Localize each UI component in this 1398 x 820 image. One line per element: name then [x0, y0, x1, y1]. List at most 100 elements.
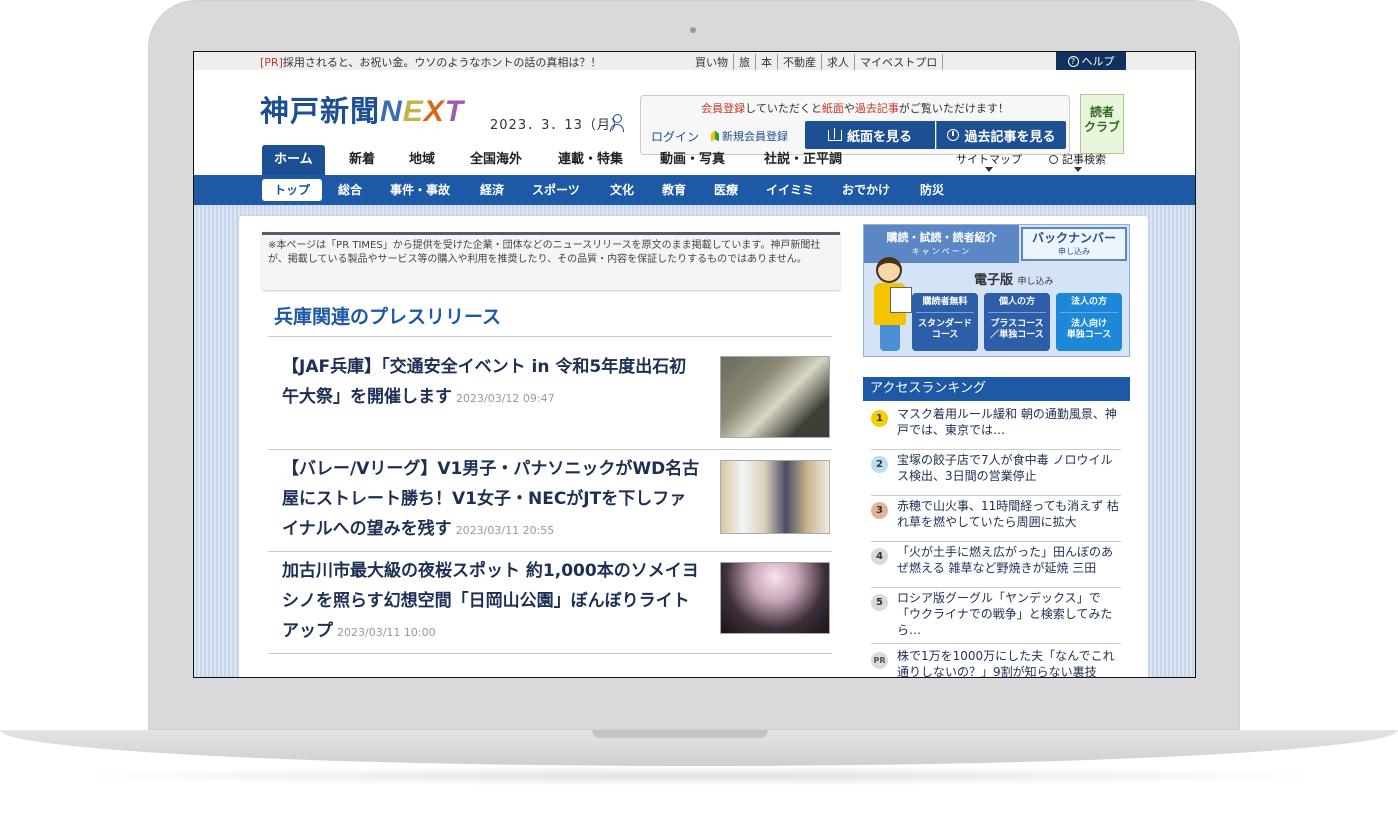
laptop-shadow	[60, 766, 1338, 786]
rank-title[interactable]: 株で1万を1000万にした夫「なんでこれ通りしないの？」9割が知らない裏技	[897, 648, 1119, 677]
sitemap-link[interactable]: サイトマップ	[956, 145, 1022, 172]
article-thumbnail[interactable]	[720, 356, 830, 438]
subscription-promo[interactable]: 購読・試読・読者紹介 キャンペーン バックナンバー 申し込み 電子版 申し込み …	[863, 224, 1130, 357]
disclaimer-notice: ※本ページは「PR TIMES」から提供を受けた企業・団体などのニュースリリース…	[262, 232, 840, 290]
subnav-outing[interactable]: おでかけ	[842, 175, 890, 205]
rank-title[interactable]: 宝塚の餃子店で7人が食中毒 ノロウイルス検出、3日間の営業停止	[897, 452, 1119, 484]
rank-title[interactable]: ロシア版グーグル「ヤンデックス」で「ウクライナでの戦争」と検索してみたら…	[897, 590, 1119, 638]
subnav-top[interactable]: トップ	[262, 179, 323, 201]
sitemap-label: サイトマップ	[956, 153, 1022, 166]
search-icon	[1049, 155, 1058, 164]
rank-badge: 2	[871, 456, 888, 473]
standard-course-button[interactable]: 購読者無料 スタンダード コース	[912, 293, 978, 351]
article-item[interactable]: 【JAF兵庫】「交通安全イベント in 令和5年度出石初午大祭」を開催します 20…	[268, 352, 832, 450]
logo-kanji: 神戸新聞	[260, 96, 381, 128]
top-bar: [PR]採用されると、お祝い金。ウソのようなホントの話の真相は？！ 買い物 旅 …	[194, 52, 1195, 70]
subnav-general[interactable]: 総合	[338, 175, 362, 205]
nav-video[interactable]: 動画・写真	[660, 145, 725, 175]
book-icon	[827, 127, 842, 141]
subnav-incidents[interactable]: 事件・事故	[390, 175, 450, 205]
mascot-illustration	[868, 257, 914, 353]
rank-title[interactable]: 赤穂で山火事、11時間経っても消えず 枯れ草を燃やしていたら周囲に拡大	[897, 498, 1119, 530]
article-item[interactable]: 加古川市最大級の夜桜スポット 約1,000本のソメイヨシノを照らす幻想空間「日岡…	[268, 552, 832, 654]
article-title[interactable]: 【バレー/Vリーグ】V1男子・パナソニックがWD名古屋にストレート勝ち！V1女子…	[282, 454, 700, 546]
pr-text: 採用されると、お祝い金。ウソのようなホントの話の真相は？！	[282, 56, 602, 69]
corporate-course-button[interactable]: 法人の方 法人向け 単独コース	[1056, 293, 1122, 351]
nav-national[interactable]: 全国海外	[470, 145, 522, 175]
browser-screen: [PR]採用されると、お祝い金。ウソのようなホントの話の真相は？！ 買い物 旅 …	[193, 51, 1196, 678]
link-books[interactable]: 本	[756, 54, 778, 70]
site-header: 神戸新聞NEXT 2023．3．13（月） 会員登録していただくと紙面や過去記事…	[194, 70, 1195, 155]
article-title[interactable]: 【JAF兵庫】「交通安全イベント in 令和5年度出石初午大祭」を開催します 20…	[282, 352, 700, 414]
article-thumbnail[interactable]	[720, 460, 830, 534]
article-date: 2023/03/11 10:00	[337, 626, 436, 639]
help-button[interactable]: ? ヘルプ	[1056, 52, 1126, 70]
member-message: 会員登録していただくと紙面や過去記事がご覧いただけます！	[701, 102, 1009, 115]
ranking-item[interactable]: PR 株で1万を1000万にした夫「なんでこれ通りしないの？」9割が知らない裏技	[871, 646, 1121, 677]
laptop-notch	[592, 730, 768, 738]
ranking-item[interactable]: 1 マスク着用ルール緩和 朝の通勤風景、神戸では、東京では…	[871, 404, 1121, 450]
link-shopping[interactable]: 買い物	[690, 54, 734, 70]
pr-tag: [PR]	[260, 56, 283, 69]
site-logo[interactable]: 神戸新聞NEXT	[260, 88, 464, 130]
article-search-label: 記事検索	[1062, 153, 1106, 166]
rank-badge: 1	[871, 410, 888, 427]
logo-next: NEXT	[380, 95, 465, 128]
chevron-down-icon	[1073, 167, 1082, 172]
back-number-tab[interactable]: バックナンバー 申し込み	[1021, 227, 1127, 261]
user-icon[interactable]	[610, 114, 624, 134]
register-link[interactable]: 新規会員登録	[711, 128, 788, 144]
beginner-mark-icon	[711, 130, 719, 142]
link-realestate[interactable]: 不動産	[778, 54, 822, 70]
digital-edition-label: 電子版 申し込み	[974, 273, 1054, 288]
help-label: ヘルプ	[1081, 55, 1115, 68]
chevron-down-icon	[985, 167, 993, 172]
subnav-education[interactable]: 教育	[662, 175, 686, 205]
login-link[interactable]: ログイン	[651, 128, 699, 145]
rank-badge: 3	[871, 502, 888, 519]
ranking-title: アクセスランキング	[863, 377, 1130, 401]
main-nav: ホーム 新着 地域 全国海外 連載・特集 動画・写真 社説・正平調 サイトマップ…	[194, 145, 1195, 175]
subnav-disaster[interactable]: 防災	[920, 175, 944, 205]
link-travel[interactable]: 旅	[734, 54, 756, 70]
subnav-iimimi[interactable]: イイミミ	[766, 175, 814, 205]
ranking-item[interactable]: 2 宝塚の餃子店で7人が食中毒 ノロウイルス検出、3日間の営業停止	[871, 450, 1121, 496]
article-date: 2023/03/11 20:55	[455, 524, 555, 537]
link-jobs[interactable]: 求人	[822, 54, 855, 70]
article-title[interactable]: 加古川市最大級の夜桜スポット 約1,000本のソメイヨシノを照らす幻想空間「日岡…	[282, 556, 700, 648]
link-mybestpro[interactable]: マイベストプロ	[855, 54, 944, 70]
service-links: 買い物 旅 本 不動産 求人 マイベストプロ	[690, 54, 944, 70]
current-date: 2023．3．13（月）	[490, 118, 625, 133]
rank-title[interactable]: 「火が土手に燃え広がった」田んぼのあぜ燃える 雑草など野焼きが延焼 三田	[897, 544, 1119, 576]
subnav-sports[interactable]: スポーツ	[532, 175, 580, 205]
nav-region[interactable]: 地域	[409, 145, 435, 175]
camera-icon	[690, 27, 696, 33]
view-paper-label: 紙面を見る	[846, 129, 912, 145]
subnav-culture[interactable]: 文化	[610, 175, 634, 205]
nav-home[interactable]: ホーム	[262, 145, 325, 175]
nav-latest[interactable]: 新着	[349, 145, 375, 175]
past-articles-label: 過去記事を見る	[964, 129, 1056, 145]
rank-badge: 5	[871, 594, 888, 611]
nav-series[interactable]: 連載・特集	[558, 145, 623, 175]
plus-course-button[interactable]: 個人の方 プラスコース ／単独コース	[984, 293, 1050, 351]
rank-badge-pr: PR	[871, 652, 888, 669]
sub-nav: トップ 総合 事件・事故 経済 スポーツ 文化 教育 医療 イイミミ おでかけ …	[194, 175, 1195, 205]
article-date: 2023/03/12 09:47	[456, 392, 555, 405]
nav-editorial[interactable]: 社説・正平調	[764, 145, 842, 175]
register-label: 新規会員登録	[722, 130, 788, 143]
subnav-medical[interactable]: 医療	[714, 175, 738, 205]
ranking-item[interactable]: 3 赤穂で山火事、11時間経っても消えず 枯れ草を燃やしていたら周囲に拡大	[871, 496, 1121, 542]
rank-badge: 4	[871, 548, 888, 565]
rank-title[interactable]: マスク着用ルール緩和 朝の通勤風景、神戸では、東京では…	[897, 406, 1119, 438]
ranking-item[interactable]: 4 「火が土手に燃え広がった」田んぼのあぜ燃える 雑草など野焼きが延焼 三田	[871, 542, 1121, 588]
pr-ad-link[interactable]: [PR]採用されると、お祝い金。ウソのようなホントの話の真相は？！	[260, 54, 601, 70]
ranking-item[interactable]: 5 ロシア版グーグル「ヤンデックス」で「ウクライナでの戦争」と検索してみたら…	[871, 588, 1121, 644]
divider	[268, 336, 832, 337]
subnav-economy[interactable]: 経済	[480, 175, 504, 205]
article-item[interactable]: 【バレー/Vリーグ】V1男子・パナソニックがWD名古屋にストレート勝ち！V1女子…	[268, 450, 832, 552]
article-thumbnail[interactable]	[720, 562, 830, 634]
article-search-link[interactable]: 記事検索	[1049, 145, 1106, 172]
section-title: 兵庫関連のプレスリリース	[274, 306, 502, 328]
help-icon: ?	[1067, 55, 1079, 67]
